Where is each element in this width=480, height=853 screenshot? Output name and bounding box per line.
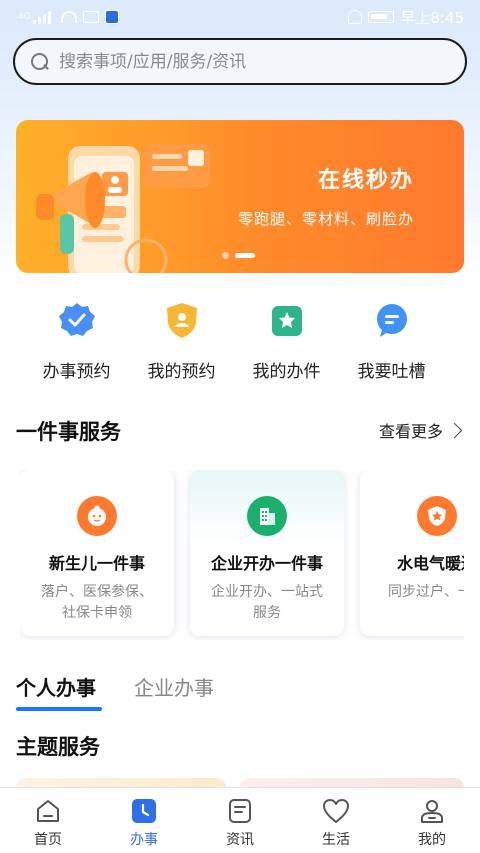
see-more-label: 查看更多 (378, 422, 443, 441)
clock-icon (129, 796, 159, 826)
status-bar: 4G 早上8:45 (0, 0, 480, 34)
verified-badge-icon (57, 300, 97, 340)
card-description: 企业开办、一站式服务 (211, 584, 323, 621)
network-type: 4G (18, 12, 31, 22)
search-input[interactable] (59, 51, 465, 72)
wifi-icon (60, 11, 77, 23)
quick-action-my-cases[interactable]: 我的办件 (234, 300, 339, 390)
carousel-dot-active[interactable] (235, 253, 255, 258)
battery-icon (368, 11, 395, 23)
nav-news[interactable]: 资讯 (192, 788, 288, 853)
quick-action-my-appointments[interactable]: 我的预约 (129, 300, 234, 390)
quick-action-label: 我的预约 (147, 362, 216, 382)
quick-action-label: 我要吐槽 (357, 362, 426, 382)
star-badge-icon (417, 496, 457, 536)
search-bar[interactable] (13, 38, 467, 85)
promo-banner[interactable]: 在线秒办 零跑腿、零材料、刷脸办 (16, 120, 464, 273)
app-notification-icon (104, 10, 119, 24)
quick-action-label: 我的办件 (252, 362, 321, 382)
card-title: 企业开办一件事 (210, 554, 323, 573)
nav-home[interactable]: 首页 (0, 788, 96, 853)
card-title: 新生儿一件事 (48, 554, 145, 573)
carousel-dots (222, 252, 255, 259)
heart-icon (321, 796, 351, 826)
bottom-nav: 首页 办事 资讯 生活 我的 (0, 787, 480, 853)
baby-icon (77, 496, 117, 536)
mail-icon (82, 11, 99, 23)
megaphone-illustration (36, 144, 210, 273)
see-more-link[interactable]: 查看更多 (378, 418, 463, 442)
carousel-dot[interactable] (222, 252, 229, 259)
chevron-right-icon (446, 422, 463, 438)
quick-action-feedback[interactable]: 我要吐槽 (339, 300, 444, 390)
service-card-utilities[interactable]: 水电气暖过 同步过户、一成 (360, 470, 464, 636)
nav-profile[interactable]: 我的 (384, 788, 480, 853)
card-description: 落户、医保参保、社保卡申领 (41, 584, 153, 621)
quick-action-appointment[interactable]: 办事预约 (24, 300, 129, 390)
tab-personal[interactable]: 个人办事 (16, 672, 96, 701)
tab-business[interactable]: 企业办事 (134, 672, 214, 701)
home-icon (33, 796, 63, 826)
star-folder-icon (267, 300, 307, 340)
signal-icon (32, 10, 55, 24)
building-icon (247, 496, 287, 536)
chat-bubble-icon (372, 300, 412, 340)
status-bar-left: 4G (18, 10, 119, 24)
search-icon (31, 52, 49, 71)
banner-subtitle: 零跑腿、零材料、刷脸办 (237, 210, 414, 228)
news-icon (225, 796, 255, 826)
quick-action-label: 办事预约 (42, 362, 111, 382)
nav-label: 我的 (418, 832, 446, 848)
service-card-business-startup[interactable]: 企业开办一件事 企业开办、一站式服务 (190, 470, 344, 636)
section-title-one-thing: 一件事服务 (16, 420, 121, 444)
nav-label: 办事 (130, 832, 158, 848)
banner-title: 在线秒办 (317, 168, 414, 193)
section-title-theme: 主题服务 (16, 735, 100, 759)
user-shield-icon (162, 300, 202, 340)
nav-label: 生活 (322, 832, 350, 848)
nav-services[interactable]: 办事 (96, 788, 192, 853)
nav-label: 首页 (34, 832, 62, 848)
quick-actions: 办事预约 我的预约 我的办件 我要吐槽 (0, 300, 480, 390)
service-cards: 新生儿一件事 落户、医保参保、社保卡申领 企业开办一件事 企业开办、一站式服务 (20, 470, 464, 640)
nav-life[interactable]: 生活 (288, 788, 384, 853)
card-description: 同步过户、一成 (388, 584, 464, 600)
status-bar-right: 早上8:45 (348, 7, 464, 28)
nav-label: 资讯 (226, 832, 254, 848)
status-time: 早上8:45 (400, 8, 464, 27)
user-icon (417, 796, 447, 826)
service-card-newborn[interactable]: 新生儿一件事 落户、医保参保、社保卡申领 (20, 470, 174, 636)
card-title: 水电气暖过 (396, 554, 464, 573)
mute-icon (348, 10, 363, 24)
tab-indicator (16, 707, 102, 711)
